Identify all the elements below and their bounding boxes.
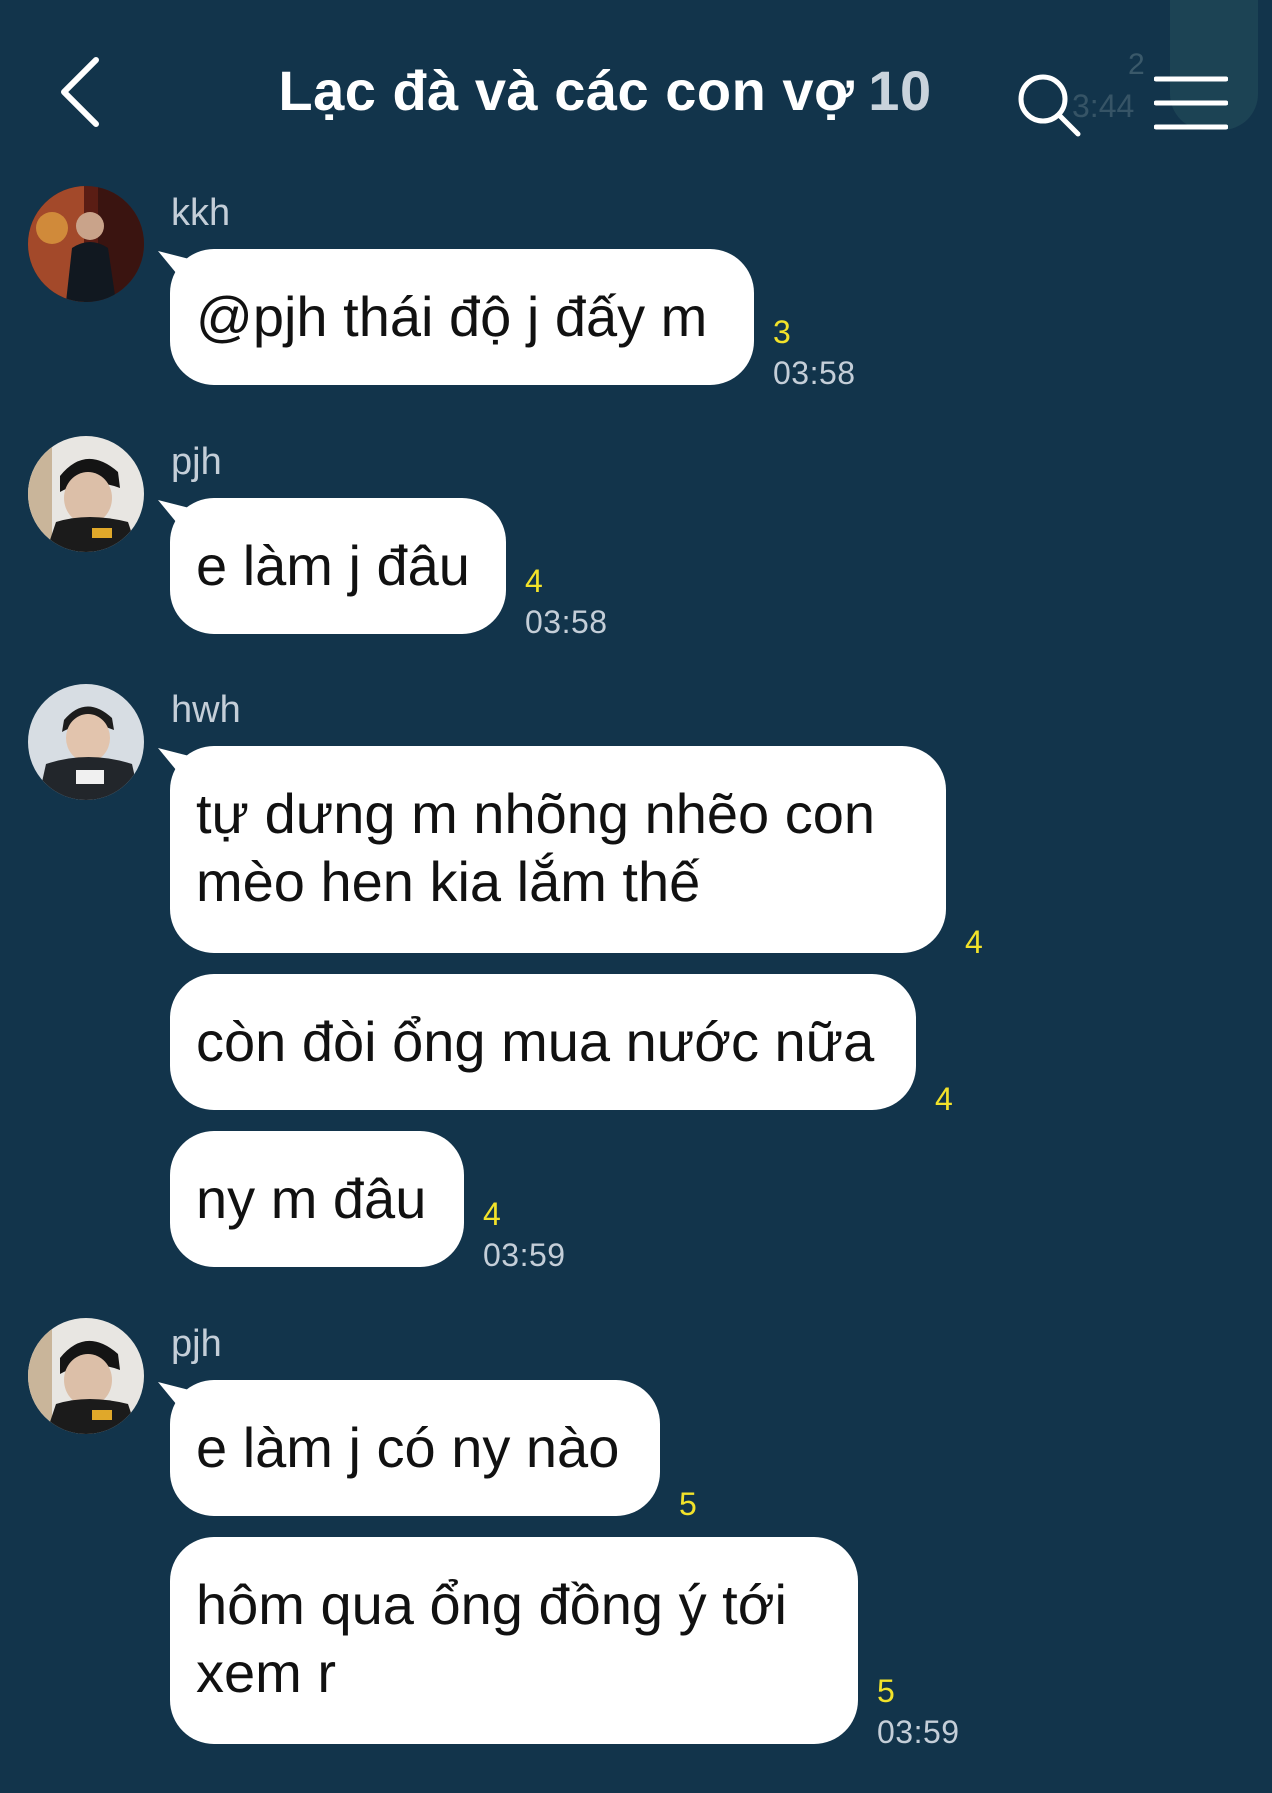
sender-name: kkh xyxy=(171,192,231,234)
message-time: 03:58 xyxy=(525,604,608,640)
message-bubble[interactable]: tự dưng m nhõng nhẽo con mèo hen kia lắm… xyxy=(170,746,946,953)
avatar-kkh[interactable] xyxy=(28,186,144,302)
profile-photo-icon xyxy=(28,186,144,302)
message-time: 03:59 xyxy=(877,1714,960,1750)
unread-count: 4 xyxy=(525,563,543,599)
sender-name: hwh xyxy=(171,689,241,731)
message-bubble[interactable]: còn đòi ổng mua nước nữa xyxy=(170,974,916,1110)
message-text-line: tự dưng m nhõng nhẽo con xyxy=(196,782,875,845)
message-text-line: hôm qua ổng đồng ý tới xyxy=(196,1573,787,1636)
avatar-pjh[interactable] xyxy=(28,436,144,552)
message-text: @pjh thái độ j đấy m xyxy=(196,285,708,348)
sender-name: pjh xyxy=(171,1323,222,1365)
message-time: 03:59 xyxy=(483,1237,566,1273)
message-text: e làm j có ny nào xyxy=(196,1416,620,1479)
profile-photo-icon xyxy=(28,436,144,552)
message-bubble[interactable]: ny m đâu xyxy=(170,1131,464,1267)
group-name: Lạc đà và các con vợ xyxy=(278,59,855,122)
avatar-pjh[interactable] xyxy=(28,1318,144,1434)
avatar-hwh[interactable] xyxy=(28,684,144,800)
message-text: ny m đâu xyxy=(196,1167,427,1230)
message-text-line: xem r xyxy=(196,1641,336,1704)
member-count: 10 xyxy=(868,59,932,122)
unread-count: 4 xyxy=(935,1081,953,1117)
hamburger-menu-icon xyxy=(1153,76,1229,130)
unread-count: 3 xyxy=(773,314,791,350)
message-text-line: mèo hen kia lắm thế xyxy=(196,850,701,913)
unread-count: 4 xyxy=(965,924,983,960)
unread-count: 5 xyxy=(679,1486,697,1522)
search-icon xyxy=(1018,74,1081,137)
profile-photo-icon xyxy=(28,684,144,800)
message-bubble[interactable]: e làm j đâu xyxy=(170,498,506,634)
menu-button[interactable] xyxy=(1153,74,1229,132)
message-time: 03:58 xyxy=(773,355,856,391)
unread-count: 4 xyxy=(483,1196,501,1232)
sender-name: pjh xyxy=(171,441,222,483)
message-bubble[interactable]: e làm j có ny nào xyxy=(170,1380,660,1516)
chat-header: 2 3:44 Lạc đà và các con vợ 10 xyxy=(0,0,1272,170)
profile-photo-icon xyxy=(28,1318,144,1434)
message-text: còn đòi ổng mua nước nữa xyxy=(196,1010,875,1073)
message-bubble[interactable]: @pjh thái độ j đấy m xyxy=(170,249,754,385)
message-text: e làm j đâu xyxy=(196,534,470,597)
unread-count: 5 xyxy=(877,1673,895,1709)
search-button[interactable] xyxy=(1014,70,1084,140)
message-bubble[interactable]: hôm qua ổng đồng ý tới xem r xyxy=(170,1537,858,1744)
